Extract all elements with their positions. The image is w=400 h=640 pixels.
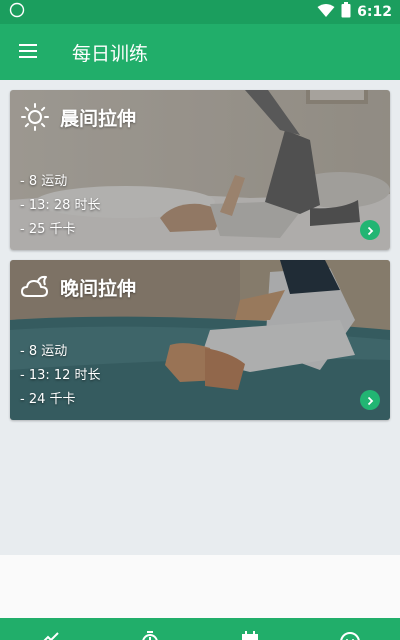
workout-duration: - 13: 28 时长 bbox=[20, 198, 101, 213]
battery-icon bbox=[341, 2, 351, 22]
workout-card-morning[interactable]: 晨间拉伸 - 8 运动 - 13: 28 时长 - 25 千卡 bbox=[10, 90, 390, 250]
workout-title: 晚间拉伸 bbox=[60, 277, 137, 300]
nav-report[interactable] bbox=[30, 618, 70, 640]
moon-cloud-icon bbox=[20, 272, 50, 302]
nav-calendar[interactable] bbox=[230, 618, 270, 640]
app-bar: 每日训练 bbox=[0, 24, 400, 80]
workout-duration: - 13: 12 时长 bbox=[20, 368, 101, 383]
bottom-nav bbox=[0, 618, 400, 640]
hamburger-menu-icon bbox=[19, 43, 37, 62]
workout-exercise-count: - 8 运动 bbox=[20, 344, 68, 359]
workout-card-evening[interactable]: 晚间拉伸 - 8 运动 - 13: 12 时长 - 24 千卡 bbox=[10, 260, 390, 420]
card-header: 晨间拉伸 bbox=[20, 102, 136, 132]
chevron-right-icon bbox=[365, 391, 375, 410]
workout-calories: - 25 千卡 bbox=[20, 222, 76, 237]
start-workout-button[interactable] bbox=[360, 390, 380, 410]
workout-exercise-count: - 8 运动 bbox=[20, 174, 68, 189]
sun-icon bbox=[20, 102, 50, 132]
calendar-icon bbox=[240, 628, 260, 640]
status-time: 6:12 bbox=[357, 4, 392, 20]
workout-title: 晨间拉伸 bbox=[60, 107, 137, 130]
chevron-right-icon bbox=[365, 221, 375, 240]
workout-stats: - 8 运动 - 13: 28 时长 - 25 千卡 bbox=[20, 170, 101, 242]
workout-calories: - 24 千卡 bbox=[20, 392, 76, 407]
profile-smile-icon bbox=[340, 628, 360, 640]
sync-indicator-icon bbox=[9, 2, 25, 22]
wifi-icon bbox=[317, 3, 335, 22]
status-bar: 6:12 bbox=[0, 0, 400, 24]
page-title: 每日训练 bbox=[72, 42, 149, 65]
report-trend-icon bbox=[40, 628, 60, 640]
workout-stats: - 8 运动 - 13: 12 时长 - 24 千卡 bbox=[20, 340, 101, 412]
nav-training[interactable] bbox=[130, 618, 170, 640]
timer-icon bbox=[140, 628, 160, 640]
nav-profile[interactable] bbox=[330, 618, 370, 640]
start-workout-button[interactable] bbox=[360, 220, 380, 240]
content-panel bbox=[0, 555, 400, 618]
card-header: 晚间拉伸 bbox=[20, 272, 136, 302]
menu-button[interactable] bbox=[0, 24, 56, 80]
